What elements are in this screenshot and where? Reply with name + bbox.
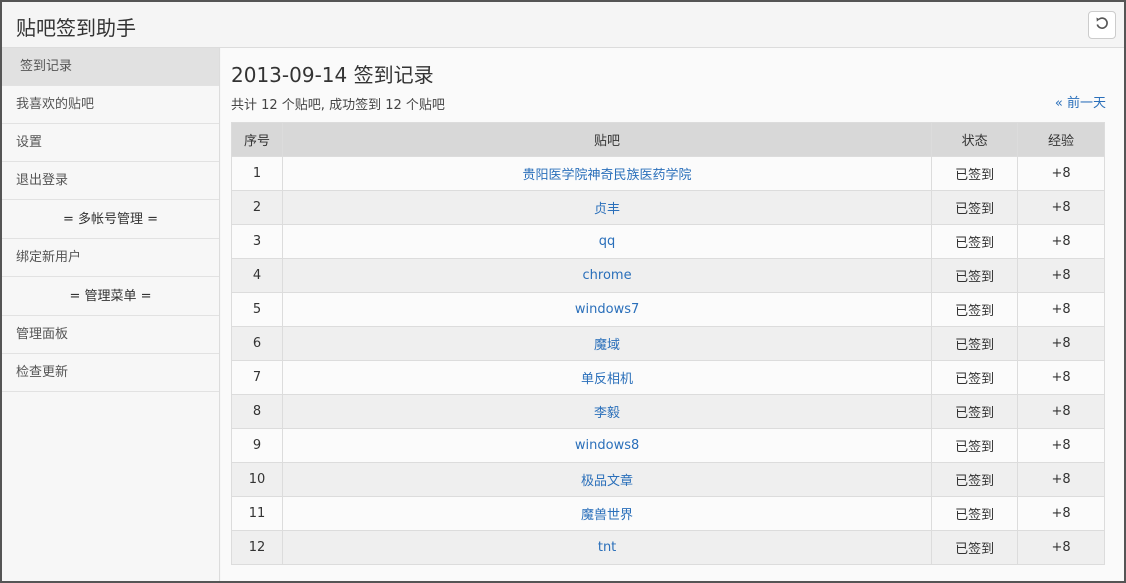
table-row: 11 魔兽世界 已签到 +8 (231, 496, 1105, 531)
sidebar-section-admin: = 管理菜单 = (2, 277, 219, 316)
row-forum-link[interactable]: 极品文章 (281, 462, 933, 497)
row-index: 9 (231, 428, 283, 463)
row-exp: +8 (1017, 462, 1105, 497)
row-exp: +8 (1017, 156, 1105, 191)
row-status: 已签到 (931, 292, 1019, 327)
column-header-status: 状态 (931, 122, 1019, 157)
row-index: 6 (231, 326, 283, 361)
sidebar-item-checkin-records[interactable]: 签到记录 (2, 48, 219, 86)
column-header-forum: 贴吧 (281, 122, 933, 157)
row-status: 已签到 (931, 190, 1019, 225)
table-row: 1 贵阳医学院神奇民族医药学院 已签到 +8 (231, 156, 1105, 191)
row-status: 已签到 (931, 428, 1019, 463)
row-index: 1 (231, 156, 283, 191)
previous-day-link[interactable]: « 前一天 (1055, 92, 1106, 111)
page-title: 2013-09-14 签到记录 (231, 63, 434, 87)
sidebar-item-check-update[interactable]: 检查更新 (2, 354, 219, 392)
row-forum-link[interactable]: 李毅 (281, 394, 933, 429)
row-exp: +8 (1017, 292, 1105, 327)
row-forum-link[interactable]: 贵阳医学院神奇民族医药学院 (281, 156, 933, 191)
table-row: 6 魔域 已签到 +8 (231, 326, 1105, 361)
row-status: 已签到 (931, 326, 1019, 361)
sidebar-item-bind-user[interactable]: 绑定新用户 (2, 239, 219, 277)
row-status: 已签到 (931, 156, 1019, 191)
row-forum-link[interactable]: 魔域 (281, 326, 933, 361)
sidebar-section-multi-account: = 多帐号管理 = (2, 200, 219, 239)
row-forum-link[interactable]: windows7 (281, 292, 933, 327)
sidebar-item-admin-panel[interactable]: 管理面板 (2, 316, 219, 354)
row-index: 7 (231, 360, 283, 395)
table-row: 3 qq 已签到 +8 (231, 224, 1105, 259)
row-exp: +8 (1017, 428, 1105, 463)
table-row: 8 李毅 已签到 +8 (231, 394, 1105, 429)
row-exp: +8 (1017, 496, 1105, 531)
row-exp: +8 (1017, 326, 1105, 361)
records-table: 序号 贴吧 状态 经验 1 贵阳医学院神奇民族医药学院 已签到 +8 2 贞丰 已签到 +8 3… (231, 122, 1105, 565)
row-index: 8 (231, 394, 283, 429)
table-row: 4 chrome 已签到 +8 (231, 258, 1105, 293)
row-status: 已签到 (931, 394, 1019, 429)
row-exp: +8 (1017, 190, 1105, 225)
table-row: 10 极品文章 已签到 +8 (231, 462, 1105, 497)
row-status: 已签到 (931, 530, 1019, 565)
table-header-row: 序号 贴吧 状态 经验 (231, 122, 1105, 157)
row-status: 已签到 (931, 496, 1019, 531)
table-row: 7 单反相机 已签到 +8 (231, 360, 1105, 395)
row-exp: +8 (1017, 360, 1105, 395)
row-index: 2 (231, 190, 283, 225)
row-forum-link[interactable]: 单反相机 (281, 360, 933, 395)
main-content: 2013-09-14 签到记录 共计 12 个贴吧, 成功签到 12 个贴吧 «… (221, 48, 1124, 581)
row-exp: +8 (1017, 224, 1105, 259)
sidebar-item-favorite-forums[interactable]: 我喜欢的贴吧 (2, 86, 219, 124)
sidebar-item-settings[interactable]: 设置 (2, 124, 219, 162)
table-row: 2 贞丰 已签到 +8 (231, 190, 1105, 225)
table-row: 9 windows8 已签到 +8 (231, 428, 1105, 463)
row-status: 已签到 (931, 258, 1019, 293)
app-window: 贴吧签到助手 签到记录 我喜欢的贴吧 设置 退出登录 = 多帐号管理 = 绑定新… (0, 0, 1126, 583)
row-status: 已签到 (931, 224, 1019, 259)
row-exp: +8 (1017, 530, 1105, 565)
row-forum-link[interactable]: windows8 (281, 428, 933, 463)
row-index: 4 (231, 258, 283, 293)
row-exp: +8 (1017, 394, 1105, 429)
row-status: 已签到 (931, 360, 1019, 395)
row-forum-link[interactable]: chrome (281, 258, 933, 293)
row-forum-link[interactable]: 贞丰 (281, 190, 933, 225)
row-index: 5 (231, 292, 283, 327)
row-status: 已签到 (931, 462, 1019, 497)
row-forum-link[interactable]: tnt (281, 530, 933, 565)
row-index: 12 (231, 530, 283, 565)
app-title: 贴吧签到助手 (16, 16, 136, 40)
column-header-index: 序号 (231, 122, 283, 157)
table-row: 5 windows7 已签到 +8 (231, 292, 1105, 327)
row-forum-link[interactable]: qq (281, 224, 933, 259)
refresh-button[interactable] (1088, 11, 1116, 39)
row-index: 11 (231, 496, 283, 531)
table-row: 12 tnt 已签到 +8 (231, 530, 1105, 565)
refresh-icon (1095, 16, 1109, 34)
row-forum-link[interactable]: 魔兽世界 (281, 496, 933, 531)
row-exp: +8 (1017, 258, 1105, 293)
row-index: 3 (231, 224, 283, 259)
column-header-exp: 经验 (1017, 122, 1105, 157)
sidebar-item-logout[interactable]: 退出登录 (2, 162, 219, 200)
summary-text: 共计 12 个贴吧, 成功签到 12 个贴吧 (231, 98, 445, 113)
title-bar: 贴吧签到助手 (2, 2, 1124, 48)
sidebar: 签到记录 我喜欢的贴吧 设置 退出登录 = 多帐号管理 = 绑定新用户 = 管理… (2, 48, 220, 581)
row-index: 10 (231, 462, 283, 497)
